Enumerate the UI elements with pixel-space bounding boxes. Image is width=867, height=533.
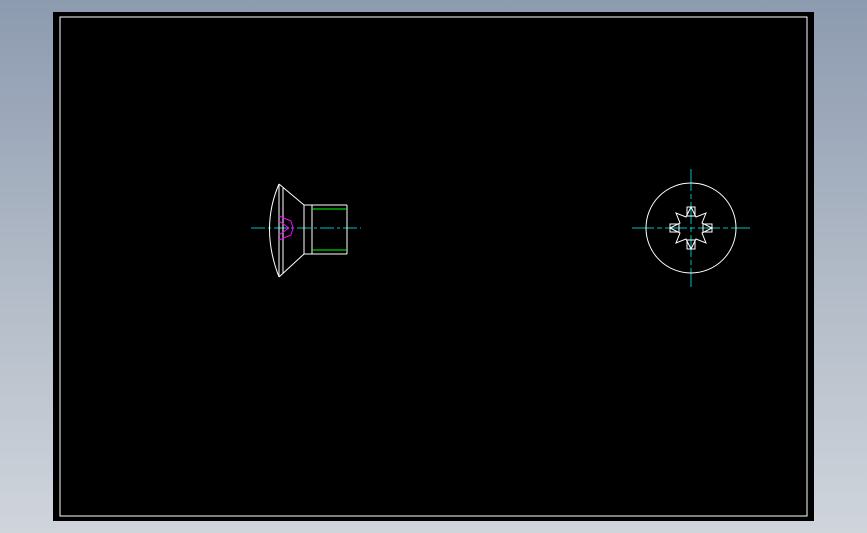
- cad-viewport[interactable]: [53, 12, 814, 521]
- cad-drawing: [59, 16, 808, 517]
- screw-top-view[interactable]: [632, 169, 750, 287]
- sheet-border: [59, 16, 808, 517]
- screw-side-view[interactable]: [251, 183, 361, 278]
- drive-recess-inner-2: [278, 227, 290, 236]
- head-dome-arc: [269, 183, 280, 278]
- drive-recess-inner: [278, 220, 290, 229]
